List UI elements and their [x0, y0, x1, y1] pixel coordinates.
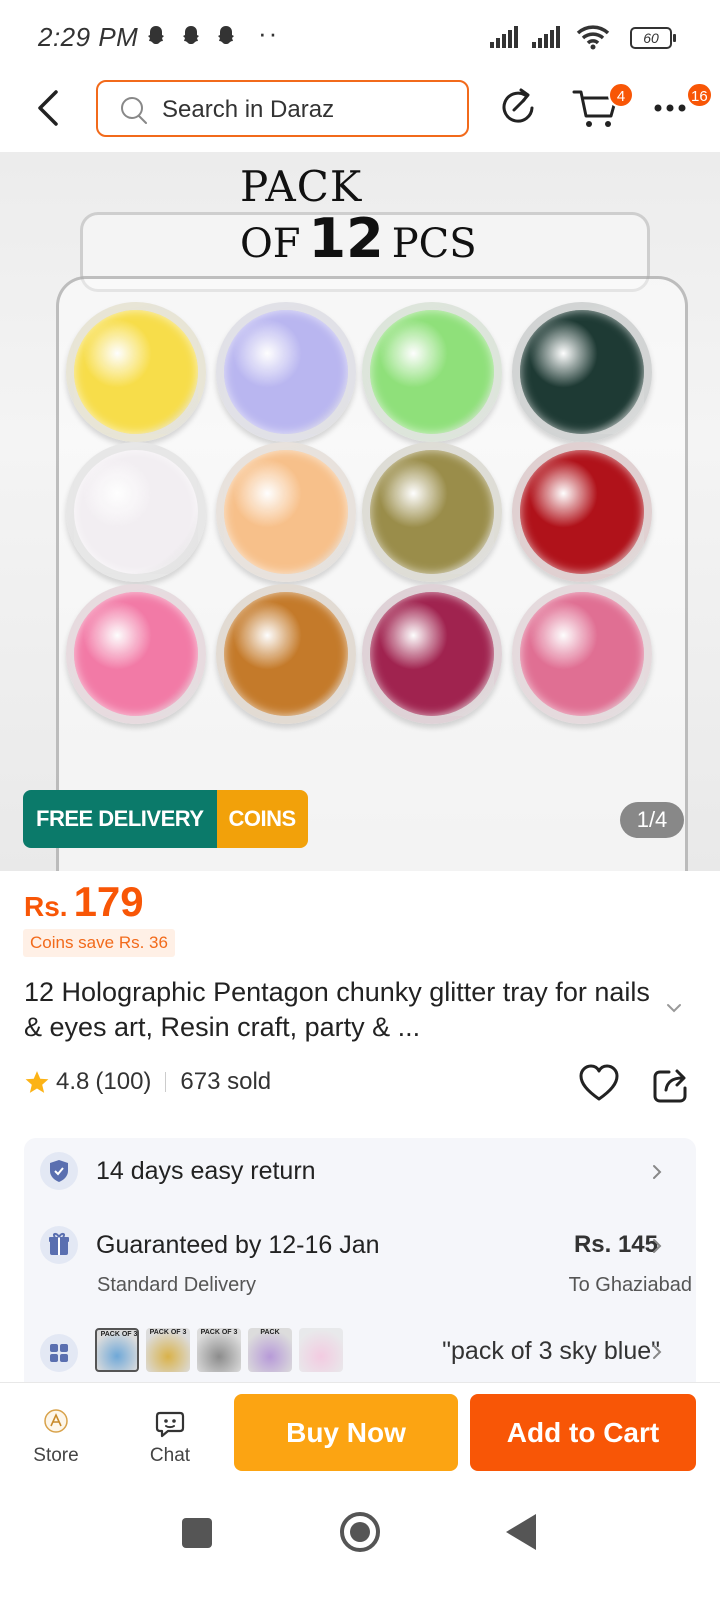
search-bar[interactable]: Search in Daraz	[96, 80, 469, 137]
free-delivery-tag: FREE DELIVERY	[23, 790, 217, 848]
signal-icon	[490, 26, 518, 48]
star-icon	[25, 1071, 49, 1093]
status-bar: 2:29 PM ·· 60	[0, 0, 720, 70]
chat-button[interactable]: Chat	[138, 1403, 202, 1473]
store-logo-icon	[44, 1409, 68, 1433]
chevron-right-icon[interactable]	[650, 1236, 664, 1256]
wifi-icon	[576, 25, 610, 50]
heart-icon[interactable]	[578, 1064, 620, 1102]
refresh-icon[interactable]	[497, 86, 541, 130]
delivery-fee: Rs. 145	[573, 1231, 658, 1258]
cart-count-badge: 4	[608, 82, 634, 108]
promo-badge: FREE DELIVERY COINS	[23, 790, 308, 848]
variant-thumbnail-label: PACK OF 3	[100, 1331, 138, 1338]
gift-icon	[40, 1226, 78, 1264]
rating-value: 4.8	[56, 1068, 90, 1095]
search-input[interactable]: Search in Daraz	[162, 96, 334, 124]
glitter-jar	[66, 302, 206, 442]
product-image-gallery[interactable]: PACK OF 12 PCS FREE DELIVERY COINS 1/4	[0, 152, 720, 871]
snapchat-icon	[148, 26, 164, 44]
chat-icon	[155, 1411, 185, 1438]
pack-pcs: PCS	[391, 221, 477, 267]
back-arrow-icon[interactable]	[30, 86, 70, 130]
review-count: (100)	[95, 1068, 152, 1095]
bottom-action-bar: Store Chat Buy Now Add to Cart	[0, 1382, 720, 1490]
sold-count: 673 sold	[180, 1068, 272, 1095]
rating-row[interactable]: 4.8 (100) 673 sold	[24, 1068, 271, 1096]
services-card: 14 days easy return Guaranteed by 12-16 …	[24, 1138, 696, 1398]
glitter-jar	[362, 302, 502, 442]
pack-number: 12	[308, 207, 384, 270]
coins-save-badge: Coins save Rs. 36	[23, 929, 175, 957]
glitter-jar	[66, 442, 206, 582]
status-time: 2:29 PM	[38, 22, 139, 52]
grid-icon-glyph	[50, 1344, 68, 1362]
notification-count-badge: 16	[686, 82, 713, 108]
top-header: Search in Daraz 4 16	[0, 70, 720, 152]
chevron-down-icon[interactable]	[662, 998, 686, 1018]
glitter-jar	[362, 442, 502, 582]
pack-of: OF	[240, 221, 301, 267]
product-title[interactable]: 12 Holographic Pentagon chunky glitter t…	[24, 975, 664, 1045]
divider	[165, 1072, 167, 1092]
system-nav-bar	[0, 1490, 720, 1600]
battery-icon: 60	[630, 27, 676, 49]
delivery-type: Standard Delivery	[97, 1274, 256, 1296]
shield-check-icon	[40, 1152, 78, 1190]
recents-button[interactable]	[182, 1518, 212, 1548]
snapchat-icon	[218, 26, 234, 44]
delivery-destination[interactable]: To Ghaziabad	[569, 1274, 692, 1297]
price-currency: Rs.	[24, 891, 68, 922]
variant-thumbnail[interactable]	[299, 1328, 343, 1372]
coins-tag: COINS	[216, 790, 308, 848]
delivery-guarantee-label[interactable]: Guaranteed by 12-16 Jan	[96, 1231, 380, 1260]
glitter-jar	[512, 584, 652, 724]
price: Rs. 179	[24, 878, 144, 926]
chevron-right-icon[interactable]	[650, 1342, 664, 1362]
variant-thumbnail[interactable]: PACK OF 3	[197, 1328, 241, 1372]
signal-icon	[532, 26, 560, 48]
chat-label: Chat	[149, 1445, 191, 1466]
glitter-jar	[66, 584, 206, 724]
pack-line1: PACK	[240, 162, 363, 211]
variant-thumbnail-label: PACK OF 3	[149, 1329, 187, 1336]
variant-thumbnail-label: PACK OF 3	[200, 1329, 238, 1336]
variant-thumbnail-label: PACK	[260, 1329, 280, 1336]
image-counter: 1/4	[620, 802, 684, 838]
home-button[interactable]	[340, 1512, 380, 1552]
pack-caption: PACK OF 12 PCS	[240, 162, 477, 270]
glitter-jar	[512, 302, 652, 442]
store-label: Store	[33, 1445, 79, 1466]
snapchat-icon	[183, 26, 199, 44]
buy-now-button[interactable]: Buy Now	[234, 1394, 458, 1471]
variant-thumbnail[interactable]: PACK OF 3	[95, 1328, 139, 1372]
shield-check-icon-glyph	[50, 1160, 68, 1182]
add-to-cart-button[interactable]: Add to Cart	[470, 1394, 696, 1471]
search-icon	[121, 97, 147, 124]
store-button[interactable]: Store	[24, 1403, 88, 1473]
gift-icon-glyph	[49, 1233, 69, 1255]
return-policy-label[interactable]: 14 days easy return	[96, 1157, 316, 1186]
glitter-jar	[216, 584, 356, 724]
system-back-button[interactable]	[506, 1514, 536, 1550]
share-icon[interactable]	[652, 1066, 690, 1104]
status-overflow-dots: ··	[258, 18, 280, 48]
selected-variant-label[interactable]: "pack of 3 sky blue"	[442, 1337, 660, 1366]
variant-thumbnail[interactable]: PACK	[248, 1328, 292, 1372]
chevron-right-icon[interactable]	[650, 1162, 664, 1182]
grid-icon	[40, 1334, 78, 1372]
pack-line2: OF 12 PCS	[240, 207, 477, 270]
glitter-jar	[216, 302, 356, 442]
glitter-jar	[216, 442, 356, 582]
glitter-jar	[362, 584, 502, 724]
glitter-jar	[512, 442, 652, 582]
price-value: 179	[73, 878, 144, 925]
variant-thumbnail[interactable]: PACK OF 3	[146, 1328, 190, 1372]
